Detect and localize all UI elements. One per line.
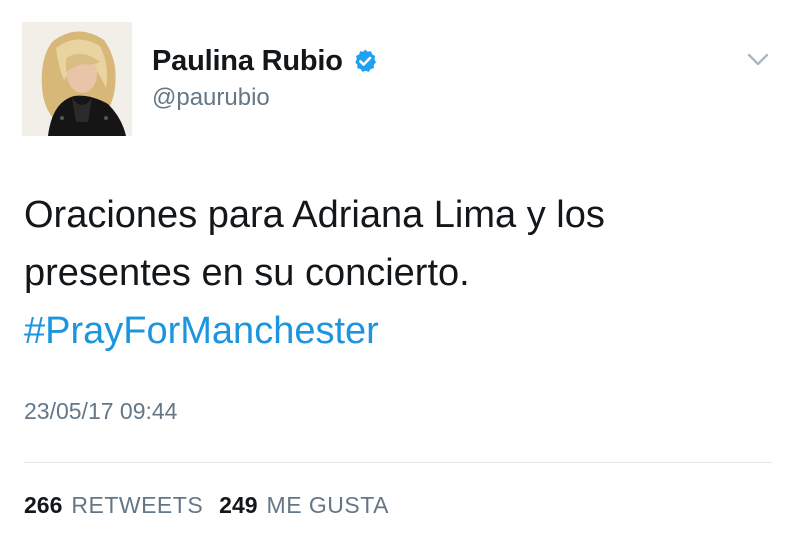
avatar-image	[22, 22, 132, 136]
tweet-text: Oraciones para Adriana Lima y los presen…	[24, 186, 764, 360]
tweet-text-line: Oraciones para Adriana Lima y los	[24, 194, 605, 236]
likes-label: ME GUSTA	[266, 492, 389, 518]
tweet-header: Paulina Rubio @paurubio	[152, 44, 378, 112]
chevron-down-icon[interactable]	[746, 52, 770, 68]
likes-count: 249	[219, 492, 258, 518]
verified-badge-icon	[352, 48, 378, 74]
tweet-card: Paulina Rubio @paurubio Oraciones para A…	[0, 0, 800, 549]
retweets-label: RETWEETS	[71, 492, 204, 518]
display-name-row: Paulina Rubio	[152, 44, 378, 78]
hashtag-link[interactable]: #PrayForManchester	[24, 302, 764, 360]
display-name[interactable]: Paulina Rubio	[152, 45, 343, 78]
user-handle[interactable]: @paurubio	[152, 84, 378, 112]
tweet-stats: 266 RETWEETS 249 ME GUSTA	[24, 492, 405, 519]
tweet-timestamp[interactable]: 23/05/17 09:44	[24, 398, 177, 425]
tweet-text-line: presentes en su concierto.	[24, 252, 470, 294]
retweets-stat[interactable]: 266 RETWEETS	[24, 492, 203, 519]
retweets-count: 266	[24, 492, 63, 518]
likes-stat[interactable]: 249 ME GUSTA	[219, 492, 389, 519]
divider	[24, 462, 772, 463]
avatar[interactable]	[22, 22, 132, 136]
